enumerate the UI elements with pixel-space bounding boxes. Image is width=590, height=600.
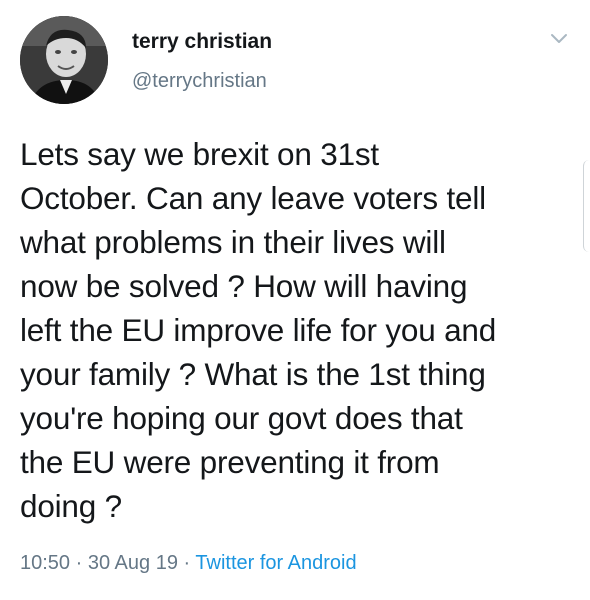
author-handle[interactable]: @terrychristian <box>132 70 267 93</box>
tweet-card: terry christian @terrychristian Lets say… <box>0 0 590 600</box>
tweet-meta: 10:50 · 30 Aug 19 · Twitter for Android <box>20 552 357 575</box>
avatar[interactable] <box>20 16 108 104</box>
meta-separator: · <box>183 552 191 574</box>
tweet-time[interactable]: 10:50 <box>20 552 70 574</box>
tweet-source-link[interactable]: Twitter for Android <box>195 552 356 574</box>
author-display-name[interactable]: terry christian <box>132 30 272 54</box>
chevron-down-icon[interactable] <box>549 32 569 46</box>
tweet-date[interactable]: 30 Aug 19 <box>88 552 178 574</box>
meta-separator: · <box>75 552 83 574</box>
profile-photo-icon <box>20 16 108 104</box>
scrollbar-edge <box>583 160 590 252</box>
tweet-text: Lets say we brexit on 31st October. Can … <box>20 136 497 524</box>
